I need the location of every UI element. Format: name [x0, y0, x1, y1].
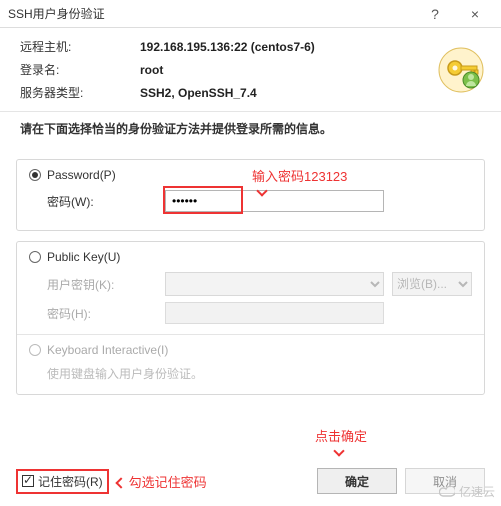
annotation-remember: 勾选记住密码 [117, 472, 207, 491]
userkey-label: 用户密钥(K): [47, 276, 157, 293]
publickey-group: Public Key(U) 用户密钥(K): 浏览(B)... 密码(H): K… [16, 241, 485, 395]
instruction-text: 请在下面选择恰当的身份验证方法并提供登录所需的信息。 [0, 111, 501, 143]
password-label: 密码(W): [47, 193, 157, 210]
publickey-radio-row[interactable]: Public Key(U) [29, 250, 472, 264]
password-radio-label: Password(P) [47, 168, 116, 182]
publickey-radio[interactable] [29, 251, 41, 263]
publickey-radio-label: Public Key(U) [47, 250, 120, 264]
passphrase-label: 密码(H): [47, 305, 157, 322]
key-icon [437, 46, 485, 94]
user-label: 登录名: [20, 61, 140, 78]
user-value: root [140, 63, 425, 77]
password-radio[interactable] [29, 169, 41, 181]
annotation-enter-password: 输入密码123123 [252, 166, 347, 200]
help-icon[interactable]: ? [415, 2, 455, 26]
type-label: 服务器类型: [20, 84, 140, 101]
keyboard-description: 使用键盘输入用户身份验证。 [29, 365, 472, 382]
close-icon[interactable]: × [455, 2, 495, 26]
remember-checkbox[interactable] [22, 475, 34, 487]
window-title: SSH用户身份验证 [8, 5, 415, 22]
host-value: 192.168.195.136:22 (centos7-6) [140, 40, 425, 54]
browse-button: 浏览(B)... [392, 272, 472, 296]
remember-box[interactable]: 记住密码(R) [16, 469, 109, 494]
keyboard-radio-label: Keyboard Interactive(I) [47, 343, 168, 357]
type-value: SSH2, OpenSSH_7.4 [140, 86, 425, 100]
titlebar: SSH用户身份验证 ? × [0, 0, 501, 28]
bottom-bar: 记住密码(R) 勾选记住密码 确定 取消 [16, 468, 485, 494]
keyboard-radio-row: Keyboard Interactive(I) [29, 343, 472, 357]
ok-button[interactable]: 确定 [317, 468, 397, 494]
remember-label: 记住密码(R) [38, 473, 103, 490]
keyboard-radio [29, 344, 41, 356]
host-label: 远程主机: [20, 38, 140, 55]
password-radio-row[interactable]: Password(P) [29, 168, 472, 182]
password-group: Password(P) 密码(W): [16, 159, 485, 231]
annotation-click-ok: 点击确定 [315, 426, 367, 460]
passphrase-input [165, 302, 384, 324]
watermark: 亿速云 [439, 483, 495, 500]
userkey-select [165, 272, 384, 296]
connection-info: 远程主机: 192.168.195.136:22 (centos7-6) 登录名… [0, 28, 501, 107]
